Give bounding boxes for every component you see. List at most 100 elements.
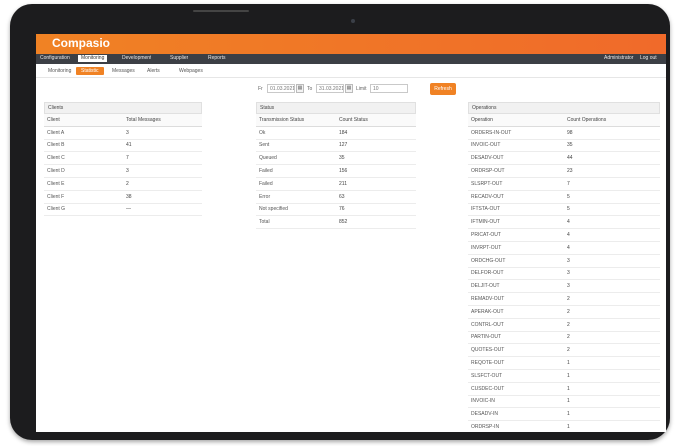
table-row[interactable]: ORDRSP-IN 1	[468, 420, 660, 432]
row-value: 3	[564, 279, 660, 294]
row-value: 2	[564, 331, 660, 345]
menu-item-development[interactable]: Development	[122, 55, 151, 62]
row-value: 4	[564, 228, 660, 242]
table-row[interactable]: DESADV-IN 1	[468, 407, 660, 422]
refresh-button[interactable]: Refresh	[430, 83, 456, 95]
table-row[interactable]: SLSRPT-OUT 7	[468, 177, 660, 191]
column-header[interactable]: Operation	[468, 114, 564, 127]
to-date-input[interactable]: 31.03.2021	[316, 84, 344, 93]
table-row[interactable]: REQOTE-OUT 1	[468, 356, 660, 370]
row-label: REQOTE-OUT	[468, 356, 564, 370]
table-row[interactable]: Error 63	[256, 190, 416, 204]
row-value: 38	[123, 190, 202, 204]
table-row[interactable]: PARTIN-OUT 2	[468, 331, 660, 345]
row-label: Error	[256, 190, 336, 204]
menu-item-reports[interactable]: Reports	[208, 55, 226, 62]
from-label: Fr	[258, 86, 263, 92]
row-value: 2	[564, 292, 660, 306]
column-header[interactable]: Total Messages	[123, 114, 202, 127]
table-row[interactable]: SLSFCT-OUT 1	[468, 369, 660, 383]
table-row[interactable]: Client D3	[44, 164, 202, 178]
table-row[interactable]: DESADV-OUT 44	[468, 151, 660, 166]
logout-link[interactable]: Log out	[640, 55, 657, 62]
table-row[interactable]: CUSDEC-OUT 1	[468, 382, 660, 396]
row-label: Client A	[44, 126, 123, 140]
row-value: 35	[336, 151, 416, 166]
row-label: Failed	[256, 164, 336, 178]
table-row[interactable]: INVOIC-IN 1	[468, 395, 660, 409]
table-row[interactable]: Client B 41	[44, 139, 202, 153]
table-row[interactable]: ORDCHG-OUT 3	[468, 254, 660, 268]
tab-statistic[interactable]: Statistic	[76, 67, 104, 75]
table-row[interactable]: APERAK-OUT 2	[468, 305, 660, 319]
row-label: ORDERS-IN-OUT	[468, 126, 564, 140]
row-label: IFTSTA-OUT	[468, 203, 564, 217]
limit-input[interactable]: 10	[370, 84, 408, 93]
table-row[interactable]: Queued 35	[256, 151, 416, 166]
row-label: Client E	[44, 177, 123, 191]
table-row[interactable]: INVRPT-OUT 4	[468, 241, 660, 255]
panel-title: Status	[256, 102, 416, 114]
row-value: 4	[564, 241, 660, 255]
table-row[interactable]: Total 852	[256, 215, 416, 230]
row-value: 23	[564, 164, 660, 178]
row-value: —	[123, 203, 202, 217]
column-header[interactable]: Count Status	[336, 114, 416, 127]
row-value: 2	[564, 305, 660, 319]
row-value: 3	[123, 164, 202, 178]
table-row[interactable]: Client A3	[44, 126, 202, 140]
tab-webpages[interactable]: Webpages	[179, 67, 203, 75]
menu-item-configuration[interactable]: Configuration	[40, 55, 70, 62]
table-row[interactable]: Failed 211	[256, 177, 416, 191]
tab-monitoring[interactable]: Monitoring	[48, 67, 71, 75]
row-label: Client G	[44, 203, 123, 217]
table-row[interactable]: PRICAT-OUT 4	[468, 228, 660, 242]
table-row[interactable]: Client G —	[44, 203, 202, 217]
row-value: 2	[564, 343, 660, 358]
row-value: 3	[564, 267, 660, 281]
column-header[interactable]: Transmission Status	[256, 114, 336, 127]
tab-messages[interactable]: Messages	[112, 67, 135, 75]
table-row[interactable]: RECADV-OUT 5	[468, 190, 660, 204]
row-label: Total	[256, 215, 336, 230]
table-row[interactable]: IFTSTA-OUT 5	[468, 203, 660, 217]
table-row[interactable]: Client F 38	[44, 190, 202, 204]
table-row[interactable]: Client E2	[44, 177, 202, 191]
row-label: DESADV-IN	[468, 407, 564, 422]
table-row[interactable]: Ok 184	[256, 126, 416, 140]
row-value: 3	[564, 254, 660, 268]
table-row[interactable]: IFTMIN-OUT 4	[468, 215, 660, 230]
subtab-bar: Monitoring Statistic Messages Alerts Web…	[36, 65, 666, 78]
table-row[interactable]: Not specified 76	[256, 203, 416, 217]
table-row[interactable]: REMADV-OUT 2	[468, 292, 660, 306]
row-value: 76	[336, 203, 416, 217]
app-header: Compasio	[36, 34, 666, 54]
tab-alerts[interactable]: Alerts	[147, 67, 160, 75]
tablet-button	[193, 10, 249, 12]
table-row[interactable]: ORDRSP-OUT 23	[468, 164, 660, 178]
table-row[interactable]: Sent 127	[256, 139, 416, 153]
from-date-input[interactable]: 01.03.2021	[267, 84, 295, 93]
user-menu[interactable]: Administrator	[604, 55, 633, 62]
menu-item-monitoring[interactable]: Monitoring	[78, 55, 108, 62]
table-row[interactable]: DELJIT-OUT 3	[468, 279, 660, 294]
table-row[interactable]: DELFOR-OUT 3	[468, 267, 660, 281]
column-header[interactable]: Client	[44, 114, 123, 127]
calendar-icon[interactable]: ▦	[296, 84, 304, 93]
screen: Compasio Configuration Monitoring Develo…	[36, 34, 666, 432]
row-value: 44	[564, 151, 660, 166]
table-row[interactable]: INVOIC-OUT 35	[468, 139, 660, 153]
table-row[interactable]: CONTRL-OUT 2	[468, 318, 660, 332]
row-label: DESADV-OUT	[468, 151, 564, 166]
row-value: 4	[564, 215, 660, 230]
table-row[interactable]: QUOTES-OUT 2	[468, 343, 660, 358]
column-header[interactable]: Count Operations	[564, 114, 660, 127]
table-row[interactable]: Client C7	[44, 151, 202, 166]
row-value: 127	[336, 139, 416, 153]
row-label: APERAK-OUT	[468, 305, 564, 319]
to-label: To	[307, 86, 313, 92]
calendar-icon[interactable]: ▦	[345, 84, 353, 93]
table-row[interactable]: ORDERS-IN-OUT 98	[468, 126, 660, 140]
table-row[interactable]: Failed 156	[256, 164, 416, 178]
menu-item-supplier[interactable]: Supplier	[170, 55, 188, 62]
